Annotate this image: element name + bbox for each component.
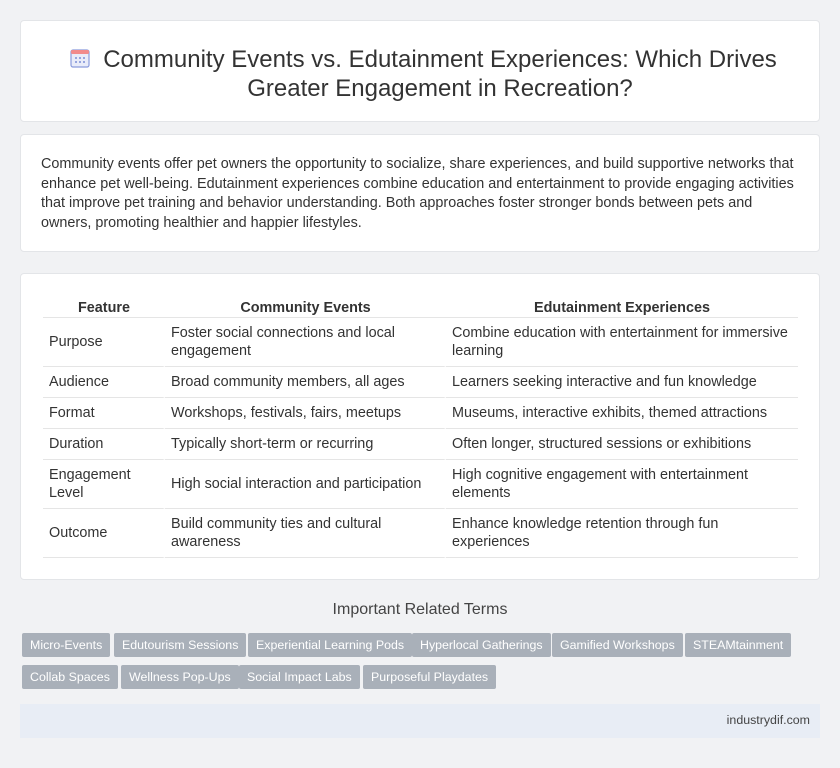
row-community: Broad community members, all ages — [165, 367, 446, 398]
tag-wellness-pop-ups[interactable]: Wellness Pop-Ups — [121, 665, 239, 689]
table-row: Purpose Foster social connections and lo… — [43, 318, 798, 367]
row-community: Build community ties and cultural awaren… — [165, 509, 446, 558]
row-edutainment: Often longer, structured sessions or exh… — [446, 429, 798, 460]
tag-steamtainment[interactable]: STEAMtainment — [685, 633, 792, 657]
header-community-events: Community Events — [165, 296, 446, 318]
row-edutainment: Museums, interactive exhibits, themed at… — [446, 398, 798, 429]
footer-site-link[interactable]: industrydif.com — [727, 713, 810, 727]
footer: industrydif.com — [20, 704, 820, 738]
row-community: High social interaction and participatio… — [165, 460, 446, 509]
tag-micro-events[interactable]: Micro-Events — [22, 633, 111, 657]
row-community: Typically short-term or recurring — [165, 429, 446, 460]
table-row: Duration Typically short-term or recurri… — [43, 429, 798, 460]
row-edutainment: Combine education with entertainment for… — [446, 318, 798, 367]
row-feature: Engagement Level — [43, 460, 165, 509]
comparison-table: Feature Community Events Edutainment Exp… — [43, 296, 798, 558]
table-row: Engagement Level High social interaction… — [43, 460, 798, 509]
intro-paragraph: Community events offer pet owners the op… — [41, 156, 794, 231]
row-edutainment: High cognitive engagement with entertain… — [446, 460, 798, 509]
intro-card: Community events offer pet owners the op… — [20, 134, 820, 252]
row-community: Foster social connections and local enga… — [165, 318, 446, 367]
title-card: Community Events vs. Edutainment Experie… — [20, 20, 820, 122]
related-terms-title: Important Related Terms — [332, 601, 508, 618]
comparison-table-card: Feature Community Events Edutainment Exp… — [20, 273, 820, 580]
tag-edutourism-sessions[interactable]: Edutourism Sessions — [114, 633, 247, 657]
row-edutainment: Learners seeking interactive and fun kno… — [446, 367, 798, 398]
row-feature: Outcome — [43, 509, 165, 558]
row-feature: Format — [43, 398, 165, 429]
row-community: Workshops, festivals, fairs, meetups — [165, 398, 446, 429]
tag-gamified-workshops[interactable]: Gamified Workshops — [552, 633, 683, 657]
header-feature: Feature — [43, 296, 165, 318]
tag-social-impact-labs[interactable]: Social Impact Labs — [239, 665, 360, 689]
table-row: Outcome Build community ties and cultura… — [43, 509, 798, 558]
row-feature: Audience — [43, 367, 165, 398]
table-row: Audience Broad community members, all ag… — [43, 367, 798, 398]
row-edutainment: Enhance knowledge retention through fun … — [446, 509, 798, 558]
table-row: Format Workshops, festivals, fairs, meet… — [43, 398, 798, 429]
page-title: Community Events vs. Edutainment Experie… — [103, 46, 777, 102]
tag-collab-spaces[interactable]: Collab Spaces — [22, 665, 118, 689]
header-edutainment: Edutainment Experiences — [446, 296, 798, 318]
table-header-row: Feature Community Events Edutainment Exp… — [43, 296, 798, 318]
tag-purposeful-playdates[interactable]: Purposeful Playdates — [363, 665, 497, 689]
tag-hyperlocal-gatherings[interactable]: Hyperlocal Gatherings — [412, 633, 551, 657]
tag-experiential-learning-pods[interactable]: Experiential Learning Pods — [248, 633, 413, 657]
row-feature: Duration — [43, 429, 165, 460]
row-feature: Purpose — [43, 318, 165, 367]
